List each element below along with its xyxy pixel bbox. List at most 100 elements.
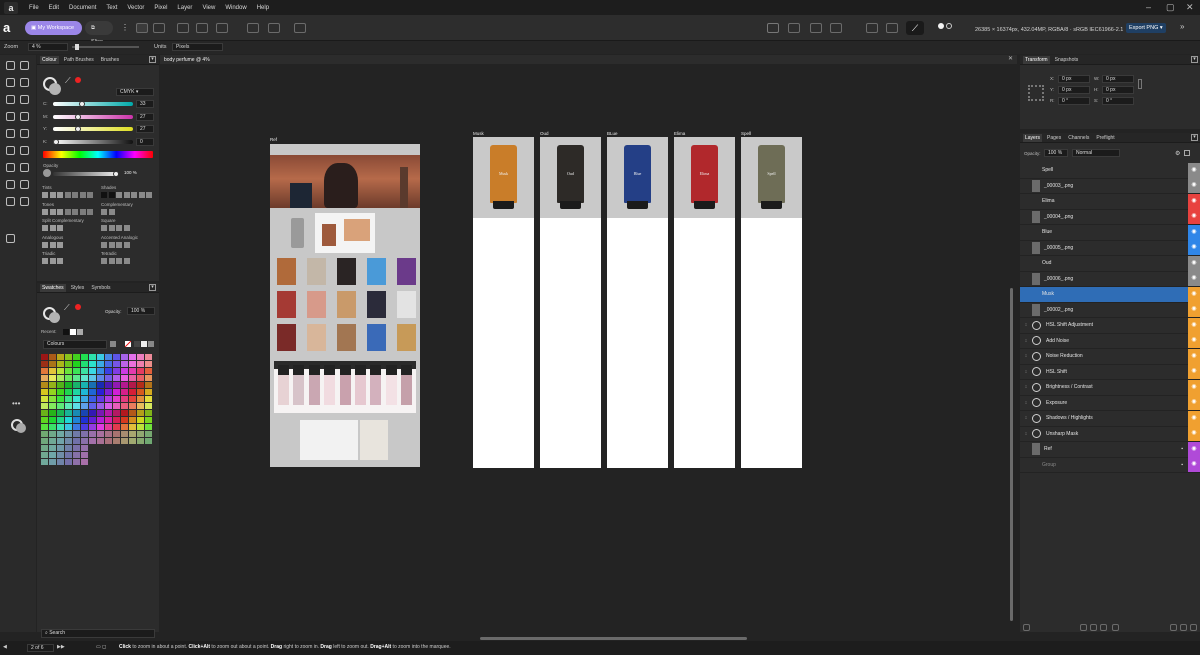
harmony-swatch[interactable]: [57, 208, 63, 215]
visibility-eye-icon[interactable]: ◉: [1188, 271, 1200, 287]
palette-swatch[interactable]: [65, 375, 72, 381]
opacity-knob[interactable]: [113, 171, 119, 177]
palette-swatch[interactable]: [49, 431, 56, 437]
swatch-opacity-field[interactable]: 100 %: [127, 307, 155, 315]
flip-button[interactable]: [294, 23, 306, 33]
palette-swatch[interactable]: [129, 410, 136, 416]
palette-swatch[interactable]: [121, 382, 128, 388]
layer-row-group[interactable]: Group ▪ ◉: [1020, 457, 1200, 473]
layer-row-musk[interactable]: Musk ◉: [1020, 286, 1200, 303]
palette-swatch[interactable]: [65, 424, 72, 430]
palette-swatch[interactable]: [113, 431, 120, 437]
crop-tool-icon[interactable]: [20, 78, 29, 87]
visibility-eye-icon[interactable]: ◉: [1188, 193, 1200, 209]
channel-value[interactable]: 0: [136, 137, 154, 146]
palette-swatch[interactable]: [65, 382, 72, 388]
palette-swatch[interactable]: [145, 389, 152, 395]
harmony-swatch[interactable]: [49, 258, 56, 264]
palette-swatch[interactable]: [81, 417, 88, 423]
recent-swatch[interactable]: [70, 329, 76, 335]
tab-snapshots[interactable]: Snapshots: [1053, 56, 1081, 64]
boolean-intersect-button[interactable]: [810, 23, 822, 33]
palette-swatch[interactable]: [121, 389, 128, 395]
layer-expand-icon[interactable]: ↕: [1020, 384, 1032, 390]
panel-menu-icon[interactable]: ▾: [149, 284, 156, 291]
palette-swatch[interactable]: [137, 417, 144, 423]
palette-swatch[interactable]: [89, 368, 96, 374]
palette-swatch[interactable]: [73, 354, 80, 360]
palette-swatch[interactable]: [73, 445, 80, 451]
palette-swatch[interactable]: [65, 459, 72, 465]
mask-icon[interactable]: [1080, 624, 1087, 631]
fx-icon[interactable]: [1112, 624, 1119, 631]
visibility-eye-icon[interactable]: ◉: [1188, 224, 1200, 240]
palette-swatch[interactable]: [129, 424, 136, 430]
harmony-swatch[interactable]: [131, 192, 137, 198]
status-tools-icon[interactable]: ▭ ◻: [96, 644, 106, 650]
channel-value[interactable]: 27: [136, 125, 154, 133]
palette-swatch[interactable]: [97, 396, 104, 402]
canvas[interactable]: Ref Musk Musk Oud Oud BLue Blue Elima Elima Spel…: [160, 64, 1017, 640]
move-tool-icon[interactable]: [6, 61, 15, 70]
harmony-swatch[interactable]: [101, 192, 107, 198]
palette-swatch[interactable]: [57, 445, 64, 451]
palette-swatch[interactable]: [89, 410, 96, 416]
palette-swatch[interactable]: [41, 410, 48, 416]
frame-text-tool-icon[interactable]: [6, 180, 15, 189]
tab-styles[interactable]: Styles: [69, 284, 87, 292]
palette-swatch[interactable]: [81, 424, 88, 430]
minimize-icon[interactable]: –: [1146, 0, 1151, 15]
layer-row-exposure[interactable]: ↕ Exposure ◉: [1020, 395, 1200, 411]
palette-swatch[interactable]: [121, 424, 128, 430]
paint-brush-tool-icon[interactable]: [6, 146, 15, 155]
palette-swatch[interactable]: [105, 368, 112, 374]
palette-swatch[interactable]: [57, 459, 64, 465]
palette-swatch[interactable]: [49, 382, 56, 388]
palette-swatch[interactable]: [49, 396, 56, 402]
layer-row-ref[interactable]: Ref ▪ ◉: [1020, 441, 1200, 458]
palette-swatch[interactable]: [105, 417, 112, 423]
palette-swatch[interactable]: [129, 389, 136, 395]
layer-expand-icon[interactable]: ↕: [1020, 353, 1032, 359]
palette-swatch[interactable]: [73, 375, 80, 381]
harmony-swatch[interactable]: [108, 192, 115, 198]
table-tool-icon[interactable]: [20, 180, 29, 189]
layer-row-oud[interactable]: Oud ◉: [1020, 255, 1200, 272]
recent-swatch[interactable]: [63, 329, 69, 335]
palette-swatch[interactable]: [65, 410, 72, 416]
channel-slider-k[interactable]: [53, 138, 133, 145]
eyedropper-icon[interactable]: ⟋: [64, 303, 70, 313]
palette-swatch[interactable]: [97, 389, 104, 395]
palette-swatch[interactable]: [57, 396, 64, 402]
layer-row-hsl-shift[interactable]: ↕ HSL Shift ◉: [1020, 364, 1200, 380]
harmony-swatch[interactable]: [108, 241, 115, 248]
live-filter-icon[interactable]: [1100, 624, 1107, 631]
palette-swatch[interactable]: [73, 403, 80, 409]
artboard-ref[interactable]: [270, 144, 420, 467]
palette-swatch[interactable]: [49, 354, 56, 360]
menu-item-vector[interactable]: Vector: [127, 5, 144, 11]
layer-row-unsharp-mask[interactable]: ↕ Unsharp Mask ◉: [1020, 426, 1200, 442]
menu-item-document[interactable]: Document: [69, 5, 96, 11]
palette-swatch[interactable]: [137, 438, 144, 444]
layer-expand-icon[interactable]: ↕: [1020, 322, 1032, 328]
color-mode-select[interactable]: CMYK ▾: [116, 88, 154, 96]
palette-swatch[interactable]: [41, 368, 48, 374]
blend-mode-select[interactable]: Normal: [1072, 149, 1120, 157]
harmony-swatch[interactable]: [72, 208, 78, 215]
menu-item-window[interactable]: Window: [225, 5, 246, 11]
menu-item-help[interactable]: Help: [257, 5, 269, 11]
palette-swatch[interactable]: [49, 375, 56, 381]
palette-swatch[interactable]: [73, 417, 80, 423]
palette-swatch[interactable]: [121, 396, 128, 402]
layer-row-noise-reduction[interactable]: ↕ Noise Reduction ◉: [1020, 348, 1200, 365]
palette-swatch[interactable]: [137, 410, 144, 416]
artboard-elima[interactable]: Elima: [674, 137, 735, 468]
palette-swatch[interactable]: [73, 361, 80, 367]
harmony-swatch[interactable]: [116, 192, 122, 198]
harmony-swatch[interactable]: [108, 225, 115, 231]
next-page-icon[interactable]: ▶▶: [57, 644, 65, 650]
menu-item-view[interactable]: View: [202, 5, 215, 11]
tab-layers[interactable]: Layers: [1023, 133, 1043, 142]
palette-swatch[interactable]: [105, 410, 112, 416]
